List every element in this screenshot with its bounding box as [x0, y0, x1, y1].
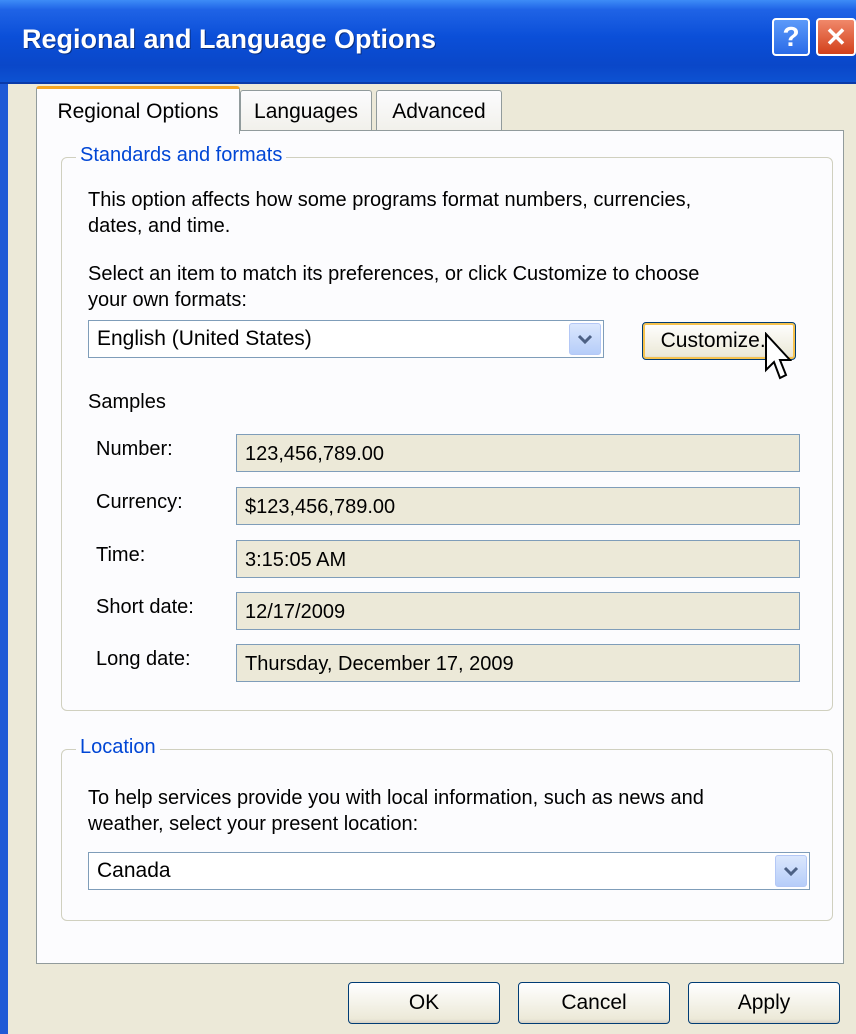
location-group: Location To help services provide you wi… [61, 736, 833, 921]
sample-value-text: 123,456,789.00 [245, 443, 385, 465]
format-dropdown[interactable]: English (United States) [88, 320, 604, 358]
location-legend: Location [76, 736, 160, 759]
sample-value-long-date: Thursday, December 17, 2009 [236, 644, 800, 682]
sample-value-currency: $123,456,789.00 [236, 487, 800, 525]
format-dropdown-value: English (United States) [97, 327, 312, 350]
tab-label: Advanced [392, 99, 486, 123]
customize-label: Customize... [660, 329, 778, 352]
sample-value-text: $123,456,789.00 [245, 496, 396, 518]
standards-instruction-line2: your own formats: [88, 289, 247, 311]
apply-label: Apply [737, 991, 791, 1014]
chevron-down-icon[interactable] [775, 855, 807, 887]
samples-heading: Samples [88, 391, 166, 413]
standards-description-line1: This option affects how some programs fo… [88, 189, 692, 211]
location-dropdown[interactable]: Canada [88, 852, 810, 890]
mouse-cursor-icon [765, 332, 792, 380]
standards-description-line2: dates, and time. [88, 215, 231, 237]
sample-value-number: 123,456,789.00 [236, 434, 800, 472]
tab-advanced[interactable]: Advanced [376, 90, 502, 132]
location-description-line2: weather, select your present location: [88, 813, 419, 835]
tab-languages[interactable]: Languages [240, 90, 372, 132]
sample-value-text: Thursday, December 17, 2009 [245, 653, 514, 675]
sample-value-short-date: 12/17/2009 [236, 592, 800, 630]
title-bar[interactable]: Regional and Language Options ? ✕ [0, 0, 856, 84]
dialog-window: Regional and Language Options ? ✕ Region… [0, 0, 856, 1034]
location-description-line1: To help services provide you with local … [88, 787, 704, 809]
standards-legend: Standards and formats [76, 144, 287, 167]
tab-regional-options[interactable]: Regional Options [36, 86, 240, 134]
sample-value-text: 12/17/2009 [245, 601, 346, 623]
chevron-down-icon[interactable] [569, 323, 601, 355]
tab-label: Regional Options [57, 99, 219, 123]
cancel-label: Cancel [561, 991, 627, 1014]
location-dropdown-value: Canada [97, 859, 171, 882]
sample-label-time: Time: [96, 544, 146, 566]
tab-panel: Standards and formats This option affect… [36, 130, 844, 964]
window-title: Regional and Language Options [22, 24, 437, 54]
help-icon: ? [782, 21, 800, 52]
sample-label-number: Number: [96, 438, 173, 460]
close-button[interactable]: ✕ [816, 18, 856, 56]
sample-value-text: 3:15:05 AM [245, 549, 347, 571]
apply-button[interactable]: Apply [688, 982, 840, 1024]
ok-label: OK [408, 991, 440, 1014]
tab-label: Languages [254, 99, 358, 123]
standards-group: Standards and formats This option affect… [61, 144, 833, 711]
sample-value-time: 3:15:05 AM [236, 540, 800, 578]
cancel-button[interactable]: Cancel [518, 982, 670, 1024]
ok-button[interactable]: OK [348, 982, 500, 1024]
help-button[interactable]: ? [772, 18, 810, 56]
close-icon: ✕ [825, 21, 847, 52]
sample-label-currency: Currency: [96, 491, 183, 513]
sample-label-short-date: Short date: [96, 596, 194, 618]
sample-label-long-date: Long date: [96, 648, 191, 670]
standards-instruction-line1: Select an item to match its preferences,… [88, 263, 700, 285]
